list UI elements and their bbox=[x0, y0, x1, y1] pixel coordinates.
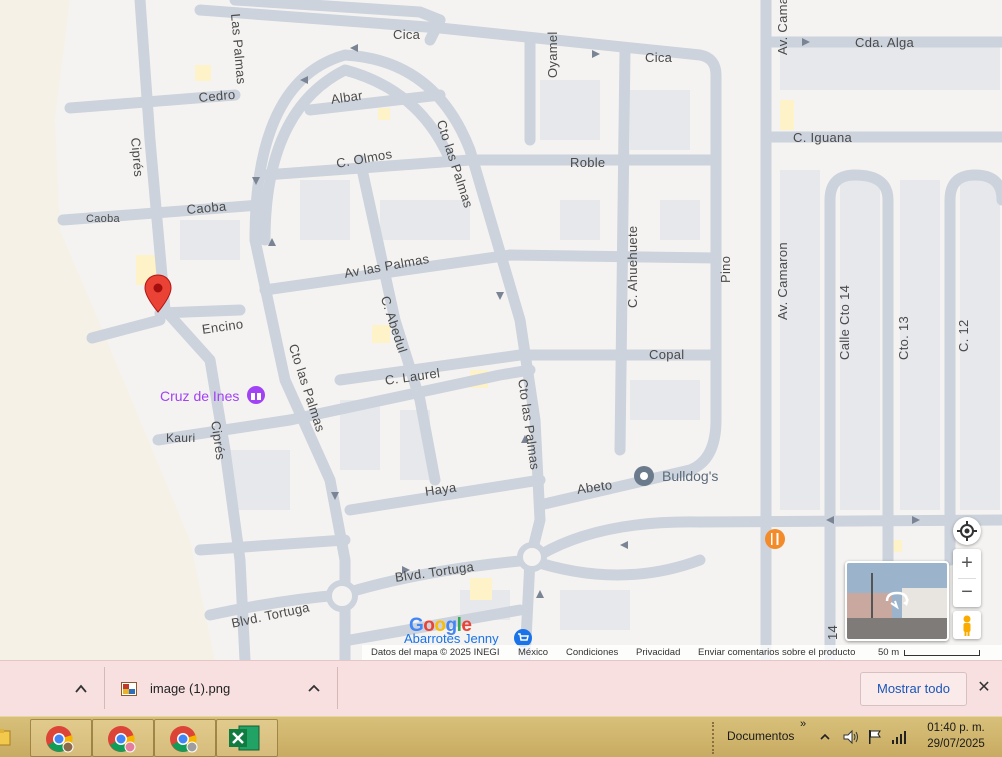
zoom-in-button[interactable]: + bbox=[953, 549, 981, 577]
street-label-c-12: C. 12 bbox=[956, 319, 971, 352]
chrome-icon bbox=[170, 726, 198, 753]
street-label-cica: Cica bbox=[645, 50, 673, 65]
street-label-caoba: Caoba bbox=[86, 213, 120, 225]
download-file-name: image (1).png bbox=[150, 681, 231, 696]
terms-link[interactable]: Condiciones bbox=[566, 647, 618, 658]
clock-date: 29/07/2025 bbox=[927, 738, 985, 750]
folder-icon bbox=[0, 729, 11, 746]
chrome-taskbar-button[interactable] bbox=[30, 719, 92, 757]
street-label-14: 14 bbox=[825, 624, 840, 640]
chrome-taskbar-button[interactable] bbox=[92, 719, 154, 757]
street-label-copal: Copal bbox=[649, 347, 685, 362]
download-bar: image (1).png Mostrar todo ✕ bbox=[0, 660, 1002, 717]
divider bbox=[337, 667, 338, 709]
documentos-toolbar[interactable]: Documentos bbox=[727, 729, 794, 743]
map-footer: Datos del mapa © 2025 INEGI México Condi… bbox=[362, 645, 1002, 660]
street-label-av-camaron: Av. Camaron bbox=[775, 242, 790, 320]
excel-taskbar-button[interactable] bbox=[216, 719, 278, 757]
street-label-c-ahuehuete: C. Ahuehuete bbox=[625, 225, 640, 308]
street-label-cedro: Cedro bbox=[198, 86, 237, 105]
chrome-taskbar-button[interactable] bbox=[154, 719, 216, 757]
scale-bar bbox=[904, 650, 980, 656]
rotate-360-icon bbox=[885, 591, 909, 610]
excel-icon bbox=[229, 725, 260, 751]
street-label-oyamel: Oyamel bbox=[545, 31, 560, 78]
volume-icon[interactable] bbox=[842, 728, 860, 746]
crosshair-icon bbox=[957, 521, 977, 541]
poi-cruz-de-ines[interactable]: Cruz de Ines bbox=[160, 388, 239, 404]
poi-bulldogs[interactable]: Bulldog's bbox=[662, 468, 718, 484]
chrome-icon bbox=[46, 726, 74, 753]
street-view-pegman-button[interactable] bbox=[953, 611, 981, 639]
map-data-attribution: Datos del mapa © 2025 INEGI bbox=[371, 647, 500, 658]
street-view-thumbnail[interactable] bbox=[845, 561, 949, 641]
street-label-pino: Pino bbox=[718, 255, 733, 283]
street-label-cda-alga: Cda. Alga bbox=[855, 35, 915, 50]
street-label-c-iguana: C. Iguana bbox=[793, 130, 853, 145]
restaurant-icon[interactable] bbox=[764, 528, 786, 550]
street-label-roble: Roble bbox=[570, 155, 606, 170]
scale-label[interactable]: 50 m bbox=[878, 647, 899, 658]
close-download-bar-button[interactable]: ✕ bbox=[972, 675, 996, 701]
divider bbox=[104, 667, 105, 709]
pegman-icon bbox=[963, 615, 971, 636]
toolbar-grip[interactable] bbox=[712, 722, 720, 754]
chevron-up-icon bbox=[75, 684, 87, 693]
action-center-flag-icon[interactable] bbox=[866, 728, 884, 746]
zoom-controls: + − bbox=[953, 549, 981, 607]
street-label-cica: Cica bbox=[393, 27, 421, 42]
chrome-icon bbox=[108, 726, 136, 753]
privacy-link[interactable]: Privacidad bbox=[636, 647, 680, 658]
show-hidden-icons-icon[interactable] bbox=[818, 730, 832, 744]
zoom-out-button[interactable]: − bbox=[953, 579, 981, 607]
place-marker-icon[interactable] bbox=[633, 465, 655, 487]
location-pin-icon[interactable] bbox=[144, 274, 172, 314]
file-explorer-button[interactable] bbox=[0, 723, 12, 751]
system-clock[interactable]: 01:40 p. m. 29/07/2025 bbox=[916, 720, 996, 754]
download-list-expand-button[interactable] bbox=[66, 669, 104, 709]
image-file-icon bbox=[121, 682, 137, 696]
poi-label: Cruz de Ines bbox=[160, 388, 240, 404]
feedback-link[interactable]: Enviar comentarios sobre el producto bbox=[698, 647, 855, 658]
show-all-downloads-button[interactable]: Mostrar todo bbox=[860, 672, 967, 706]
my-location-button[interactable] bbox=[953, 517, 981, 545]
google-logo: Google bbox=[409, 615, 472, 636]
chevron-up-icon[interactable] bbox=[304, 679, 324, 699]
street-label-kauri: Kauri bbox=[166, 431, 196, 445]
street-label-calle-cto-14: Calle Cto 14 bbox=[837, 284, 852, 360]
map-view[interactable]: Cica Cica Cda. Alga Las Palmas Cedro Alb… bbox=[0, 0, 1002, 660]
clock-time: 01:40 p. m. bbox=[927, 722, 985, 734]
street-label-cto-13: Cto. 13 bbox=[896, 315, 911, 360]
street-label-av-camaron: Av. Camar bbox=[775, 0, 790, 55]
toolbar-overflow-icon[interactable]: » bbox=[800, 718, 806, 730]
windows-taskbar: Documentos » 01:40 p. m. 29/07/2025 bbox=[0, 716, 1002, 757]
download-item[interactable]: image (1).png bbox=[110, 669, 335, 709]
gift-shop-icon[interactable] bbox=[246, 385, 266, 405]
country-link[interactable]: México bbox=[518, 647, 548, 658]
network-signal-icon[interactable] bbox=[890, 728, 908, 746]
